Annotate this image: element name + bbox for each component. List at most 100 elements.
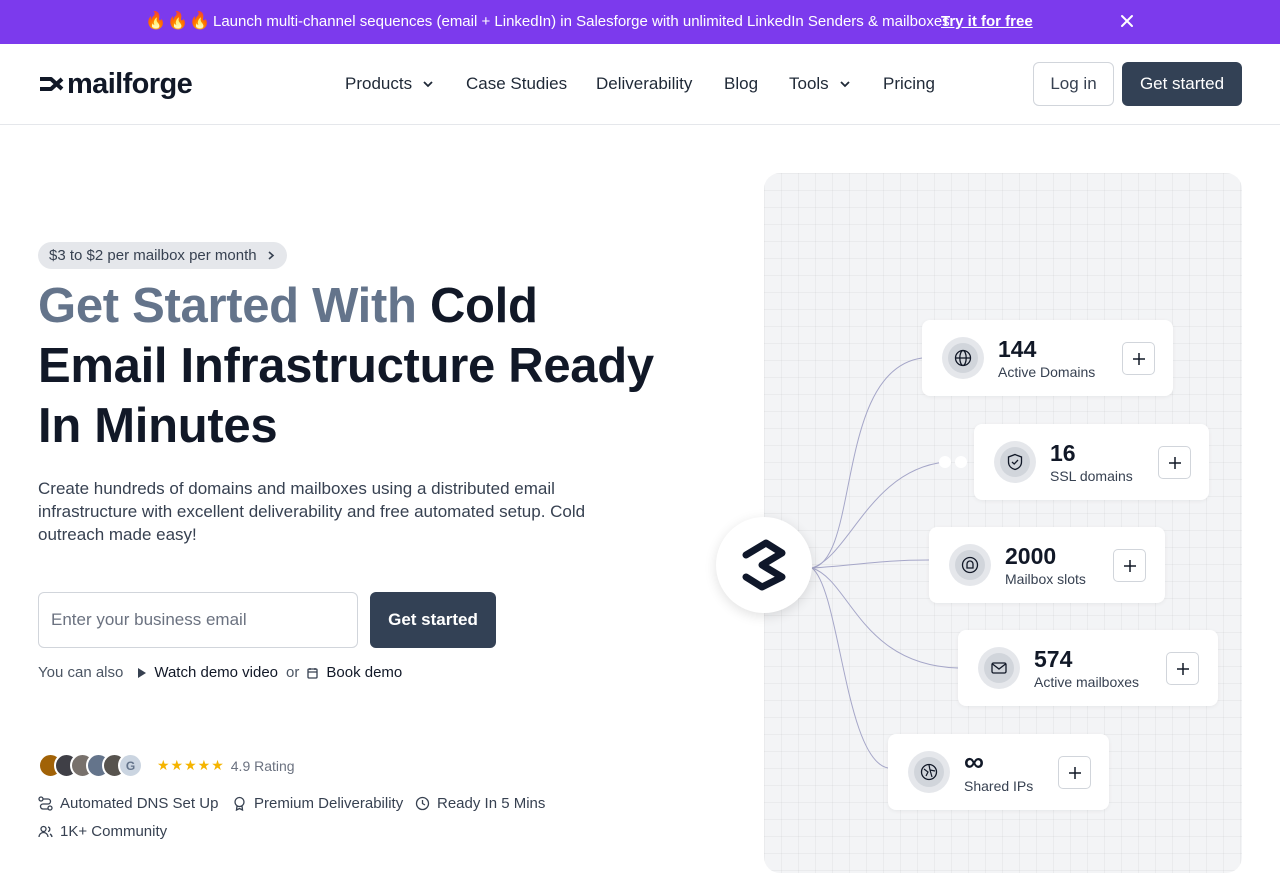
demo-links: You can also Watch demo video or Book de… <box>38 664 402 681</box>
icon-wrap <box>994 441 1036 483</box>
fire-emoji: 🔥🔥🔥 <box>145 11 212 30</box>
chevron-right-icon <box>268 251 274 260</box>
announcement-bar: 🔥🔥🔥 Launch multi-channel sequences (emai… <box>0 0 1280 44</box>
stat-value: 144 <box>998 336 1037 362</box>
plus-icon <box>1123 559 1136 572</box>
or-text: or <box>286 664 300 681</box>
globe-icon <box>954 349 972 367</box>
nav-item-products[interactable]: Products <box>345 74 434 94</box>
feature-label: Automated DNS Set Up <box>60 795 219 812</box>
pricing-pill[interactable]: $3 to $2 per mailbox per month <box>38 242 287 269</box>
mailforge-logo-icon <box>742 539 786 591</box>
clock-icon <box>415 796 430 811</box>
icon-bg <box>955 550 985 580</box>
stat-card-mailbox-slots: 2000 Mailbox slots <box>929 527 1165 603</box>
stat-label: Active Domains <box>998 364 1096 380</box>
shield-check-icon <box>1007 453 1023 471</box>
stat-card-shared-ips: ∞ Shared IPs <box>888 734 1109 810</box>
watch-demo-label: Watch demo video <box>154 664 279 681</box>
nav-item-tools[interactable]: Tools <box>789 74 851 94</box>
add-button[interactable] <box>1158 446 1191 479</box>
route-icon <box>38 796 53 811</box>
rating-stars: ★★★★★ <box>157 757 225 773</box>
hero-subtext: Create hundreds of domains and mailboxes… <box>38 479 586 544</box>
headline-muted: Get Started With <box>38 279 417 333</box>
watch-demo-link[interactable]: Watch demo video <box>137 664 278 681</box>
nav-item-label: Case Studies <box>466 74 568 93</box>
add-button[interactable] <box>1113 549 1146 582</box>
icon-bg <box>984 653 1014 683</box>
nav-item-label: Pricing <box>883 74 935 93</box>
login-button[interactable]: Log in <box>1033 62 1114 106</box>
stat-label: Mailbox slots <box>1005 571 1086 587</box>
feature-community: 1K+ Community <box>38 823 167 840</box>
calendar-icon <box>307 667 319 679</box>
feature-label: Ready In 5 Mins <box>437 795 546 812</box>
stat-card-ssl-domains: 16 SSL domains <box>974 424 1209 500</box>
stat-label: Shared IPs <box>964 778 1034 794</box>
mailforge-hub <box>716 517 812 613</box>
feature-deliverability: Premium Deliverability <box>232 795 403 812</box>
plus-icon <box>1132 352 1145 365</box>
icon-bg <box>948 343 978 373</box>
add-button[interactable] <box>1166 652 1199 685</box>
mail-icon <box>991 662 1007 674</box>
stat-value: ∞ <box>964 746 984 777</box>
announcement-cta-link[interactable]: Try it for free <box>941 13 1033 30</box>
nav-item-deliverability[interactable]: Deliverability <box>596 74 692 94</box>
stat-label: SSL domains <box>1050 468 1133 484</box>
stat-card-active-domains: 144 Active Domains <box>922 320 1173 396</box>
plus-icon <box>1168 456 1181 469</box>
also-prefix: You can also <box>38 664 124 681</box>
customer-avatars: G <box>38 753 143 778</box>
feature-dns: Automated DNS Set Up <box>38 795 218 812</box>
icon-bg <box>914 757 944 787</box>
stat-value: 2000 <box>1005 543 1057 569</box>
icon-wrap <box>978 647 1020 689</box>
nav-item-label: Deliverability <box>596 74 693 93</box>
feature-ready: Ready In 5 Mins <box>415 795 545 812</box>
nav-item-label: Blog <box>724 74 759 93</box>
close-icon[interactable] <box>1118 12 1136 30</box>
award-icon <box>234 796 245 811</box>
icon-wrap <box>908 751 950 793</box>
announcement-message: Launch multi-channel sequences (email + … <box>213 13 950 30</box>
chevron-down-icon <box>423 81 433 88</box>
stat-card-active-mailboxes: 574 Active mailboxes <box>958 630 1218 706</box>
chevron-down-icon <box>840 81 850 88</box>
nav-item-label: Products <box>345 74 413 93</box>
hero-get-started-button[interactable]: Get started <box>370 592 496 648</box>
feature-label: Premium Deliverability <box>254 795 404 812</box>
nav-item-blog[interactable]: Blog <box>724 74 758 94</box>
email-input[interactable] <box>38 592 358 648</box>
plus-icon <box>1068 766 1081 779</box>
book-demo-link[interactable]: Book demo <box>307 664 402 681</box>
icon-wrap <box>942 337 984 379</box>
g2-avatar: G <box>118 753 143 778</box>
nav-item-pricing[interactable]: Pricing <box>883 74 935 94</box>
plus-icon <box>1176 662 1189 675</box>
hero-headline: Get Started With Cold Email Infrastructu… <box>38 276 658 456</box>
mailbox-slot-icon <box>961 556 979 574</box>
icon-wrap <box>949 544 991 586</box>
users-icon <box>38 825 53 838</box>
feature-label: 1K+ Community <box>60 823 168 840</box>
add-button[interactable] <box>1058 756 1091 789</box>
rating-text: 4.9 Rating <box>230 757 295 774</box>
icon-bg <box>1000 447 1030 477</box>
book-demo-label: Book demo <box>326 664 403 681</box>
pricing-pill-label: $3 to $2 per mailbox per month <box>49 247 257 264</box>
logo-text: mailforge <box>67 67 193 100</box>
nav-item-case-studies[interactable]: Case Studies <box>466 74 567 94</box>
nav-get-started-button[interactable]: Get started <box>1122 62 1242 106</box>
add-button[interactable] <box>1122 342 1155 375</box>
logo[interactable]: mailforge <box>38 67 193 100</box>
stat-value: 16 <box>1050 440 1076 466</box>
mailforge-logo-icon <box>40 77 64 91</box>
shared-ip-icon <box>920 763 938 781</box>
stat-value: 574 <box>1034 646 1073 672</box>
stat-label: Active mailboxes <box>1034 674 1140 690</box>
rating: ★★★★★ 4.9 Rating <box>157 757 295 774</box>
play-icon <box>138 667 147 678</box>
nav-item-label: Tools <box>789 74 829 93</box>
